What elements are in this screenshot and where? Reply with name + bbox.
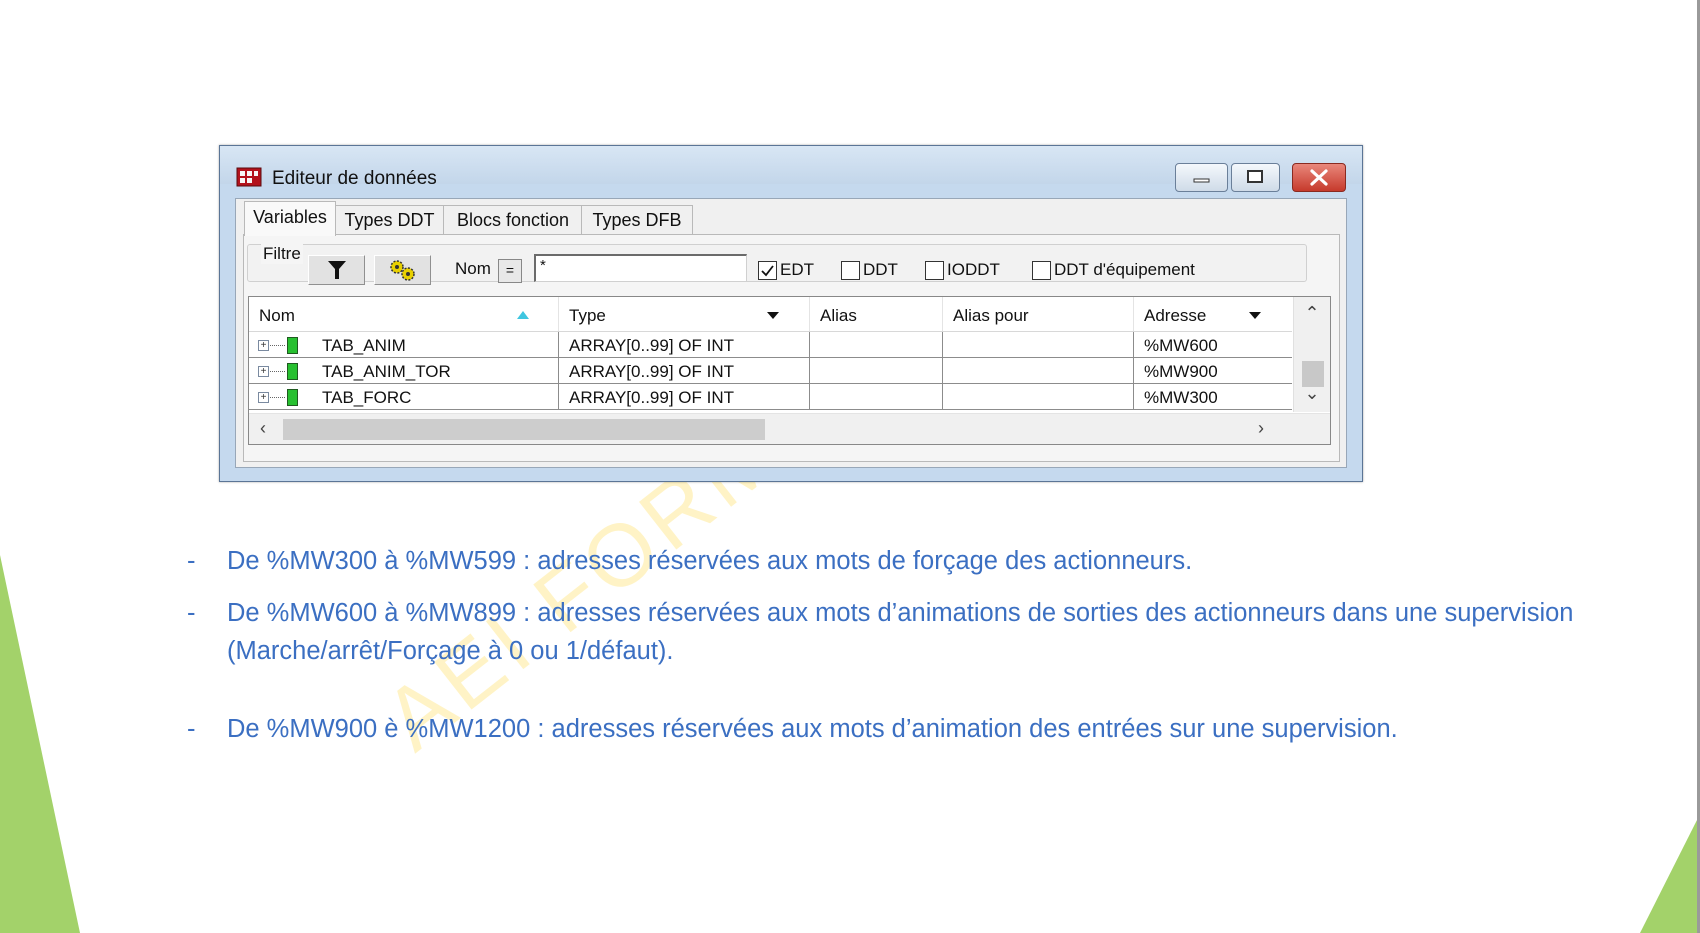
variables-panel: Filtre Nom = * EDT DDT IODDT DDT d'équip… xyxy=(243,234,1340,462)
variable-address: %MW900 xyxy=(1144,362,1218,381)
column-header-adresse-label: Adresse xyxy=(1144,306,1207,325)
variable-type: ARRAY[0..99] OF INT xyxy=(559,332,810,357)
scroll-up-icon[interactable]: ⌃ xyxy=(1300,303,1324,324)
ioddt-checkbox-box[interactable] xyxy=(925,260,944,280)
edt-checkbox-label: EDT xyxy=(780,260,814,279)
bullet-text: De %MW900 è %MW1200 : adresses réservées… xyxy=(227,715,1398,743)
variable-icon xyxy=(287,389,298,406)
ddt-equipement-checkbox-label: DDT d'équipement xyxy=(1054,260,1195,279)
sort-ascending-icon xyxy=(517,311,529,319)
variable-type: ARRAY[0..99] OF INT xyxy=(559,358,810,383)
table-row[interactable]: + TAB_FORC ARRAY[0..99] OF INT %MW300 xyxy=(249,384,1292,410)
variable-name: TAB_FORC xyxy=(322,388,412,407)
name-filter-label: Nom xyxy=(455,259,491,278)
filter-group-label: Filtre xyxy=(261,244,303,264)
variable-name: TAB_ANIM xyxy=(322,336,406,355)
scroll-down-icon[interactable]: ⌄ xyxy=(1300,383,1324,404)
filter-group: Filtre Nom = * EDT DDT IODDT DDT d'équip… xyxy=(247,244,1307,285)
variable-icon xyxy=(287,337,298,354)
ddt-equipement-checkbox-box[interactable] xyxy=(1032,260,1051,280)
window-client-area: Variables Types DDT Blocs fonction Types… xyxy=(235,198,1347,468)
column-header-alias-label: Alias xyxy=(820,306,857,325)
variable-alias-for xyxy=(943,384,1134,409)
bullet-dash: - xyxy=(187,715,196,743)
tab-types-ddt[interactable]: Types DDT xyxy=(334,205,445,234)
tab-types-dfb[interactable]: Types DFB xyxy=(581,205,693,234)
variable-alias-for xyxy=(943,332,1134,357)
ddt-checkbox-label: DDT xyxy=(863,260,898,279)
minimize-button[interactable] xyxy=(1175,163,1228,192)
column-header-alias-pour[interactable]: Alias pour xyxy=(943,297,1134,331)
ioddt-checkbox-label: IODDT xyxy=(947,260,1000,279)
table-row[interactable]: + TAB_ANIM_TOR ARRAY[0..99] OF INT %MW90… xyxy=(249,358,1292,384)
filter-settings-button[interactable] xyxy=(374,255,431,285)
type-dropdown-arrow-icon[interactable] xyxy=(767,312,779,319)
minimize-icon xyxy=(1193,178,1210,183)
funnel-icon xyxy=(328,261,346,279)
grid-header: Nom Type Alias Alias pour Adresse xyxy=(249,297,1292,332)
variable-type: ARRAY[0..99] OF INT xyxy=(559,384,810,409)
column-header-type-label: Type xyxy=(569,306,606,325)
bullet-dash: - xyxy=(187,599,196,627)
column-header-nom-label: Nom xyxy=(259,306,295,325)
data-editor-app-icon xyxy=(236,167,262,187)
column-header-alias[interactable]: Alias xyxy=(810,297,943,331)
close-button[interactable] xyxy=(1292,163,1346,192)
row-name-cell: + TAB_ANIM_TOR xyxy=(249,358,559,383)
close-icon xyxy=(1310,169,1328,186)
tab-variables[interactable]: Variables xyxy=(244,201,336,236)
expand-icon[interactable]: + xyxy=(258,340,269,351)
tree-connector xyxy=(270,397,285,398)
row-name-cell: + TAB_FORC xyxy=(249,384,559,409)
slide: AEI FORMA Editeur de données Variables T… xyxy=(0,0,1700,933)
gears-icon xyxy=(390,260,415,281)
tree-connector xyxy=(270,345,285,346)
adresse-dropdown-arrow-icon[interactable] xyxy=(1249,312,1261,319)
maximize-button[interactable] xyxy=(1231,163,1280,192)
apply-filter-button[interactable] xyxy=(308,255,365,285)
bullet-text: De %MW300 à %MW599 : adresses réservées … xyxy=(227,547,1193,575)
data-editor-window: Editeur de données Variables Types DDT B… xyxy=(219,145,1363,482)
title-bar[interactable]: Editeur de données xyxy=(220,146,1362,192)
expand-icon[interactable]: + xyxy=(258,392,269,403)
ioddt-checkbox[interactable]: IODDT xyxy=(925,259,1000,281)
checkmark-icon xyxy=(761,264,774,276)
variable-alias xyxy=(810,358,943,383)
horizontal-scrollbar[interactable]: ‹ › xyxy=(249,413,1330,444)
tab-blocs-fonction[interactable]: Blocs fonction xyxy=(443,205,583,234)
tree-connector xyxy=(270,371,285,372)
scroll-right-icon[interactable]: › xyxy=(1249,418,1273,439)
edt-checkbox[interactable]: EDT xyxy=(758,259,814,281)
ddt-checkbox-box[interactable] xyxy=(841,260,860,280)
column-header-nom[interactable]: Nom xyxy=(249,297,559,331)
variable-address: %MW300 xyxy=(1144,388,1218,407)
variable-name: TAB_ANIM_TOR xyxy=(322,362,451,381)
variables-grid: Nom Type Alias Alias pour Adresse + TAB_… xyxy=(248,296,1331,445)
variable-alias xyxy=(810,332,943,357)
vertical-scrollbar[interactable]: ⌃ ⌄ xyxy=(1293,297,1330,412)
variable-icon xyxy=(287,363,298,380)
ddt-equipement-checkbox[interactable]: DDT d'équipement xyxy=(1032,259,1195,281)
scroll-left-icon[interactable]: ‹ xyxy=(251,418,275,439)
bullet-text: De %MW600 à %MW899 : adresses réservées … xyxy=(227,599,1574,665)
column-header-type[interactable]: Type xyxy=(559,297,810,331)
name-filter-input[interactable]: * xyxy=(534,254,747,282)
window-title: Editeur de données xyxy=(272,168,437,189)
horizontal-scroll-thumb[interactable] xyxy=(283,419,765,440)
column-header-alias-pour-label: Alias pour xyxy=(953,306,1029,325)
bullet-dash: - xyxy=(187,547,196,575)
variable-alias xyxy=(810,384,943,409)
maximize-icon xyxy=(1247,170,1263,183)
table-row[interactable]: + TAB_ANIM ARRAY[0..99] OF INT %MW600 xyxy=(249,332,1292,358)
filter-operator-button[interactable]: = xyxy=(498,259,522,283)
ddt-checkbox[interactable]: DDT xyxy=(841,259,898,281)
column-header-adresse[interactable]: Adresse xyxy=(1134,297,1292,331)
edt-checkbox-box[interactable] xyxy=(758,260,777,280)
variable-address: %MW600 xyxy=(1144,336,1218,355)
row-name-cell: + TAB_ANIM xyxy=(249,332,559,357)
variable-alias-for xyxy=(943,358,1134,383)
expand-icon[interactable]: + xyxy=(258,366,269,377)
